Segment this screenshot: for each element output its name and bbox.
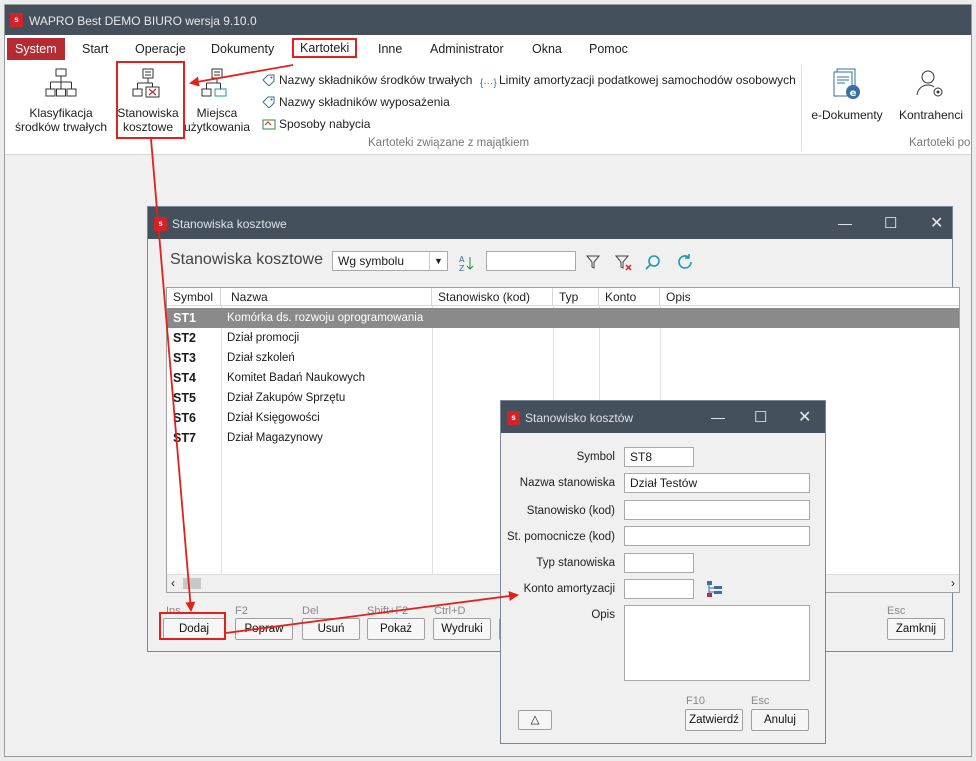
annotation-arrows <box>150 64 519 634</box>
main-app-window: s WAPRO Best DEMO BIURO wersja 9.10.0 Sy… <box>4 4 972 757</box>
arrow-stanowiska-to-dodaj <box>150 138 196 612</box>
arrow-kartoteki-to-stanowiska <box>189 64 294 87</box>
arrow-dodaj-to-dialog <box>225 591 519 634</box>
